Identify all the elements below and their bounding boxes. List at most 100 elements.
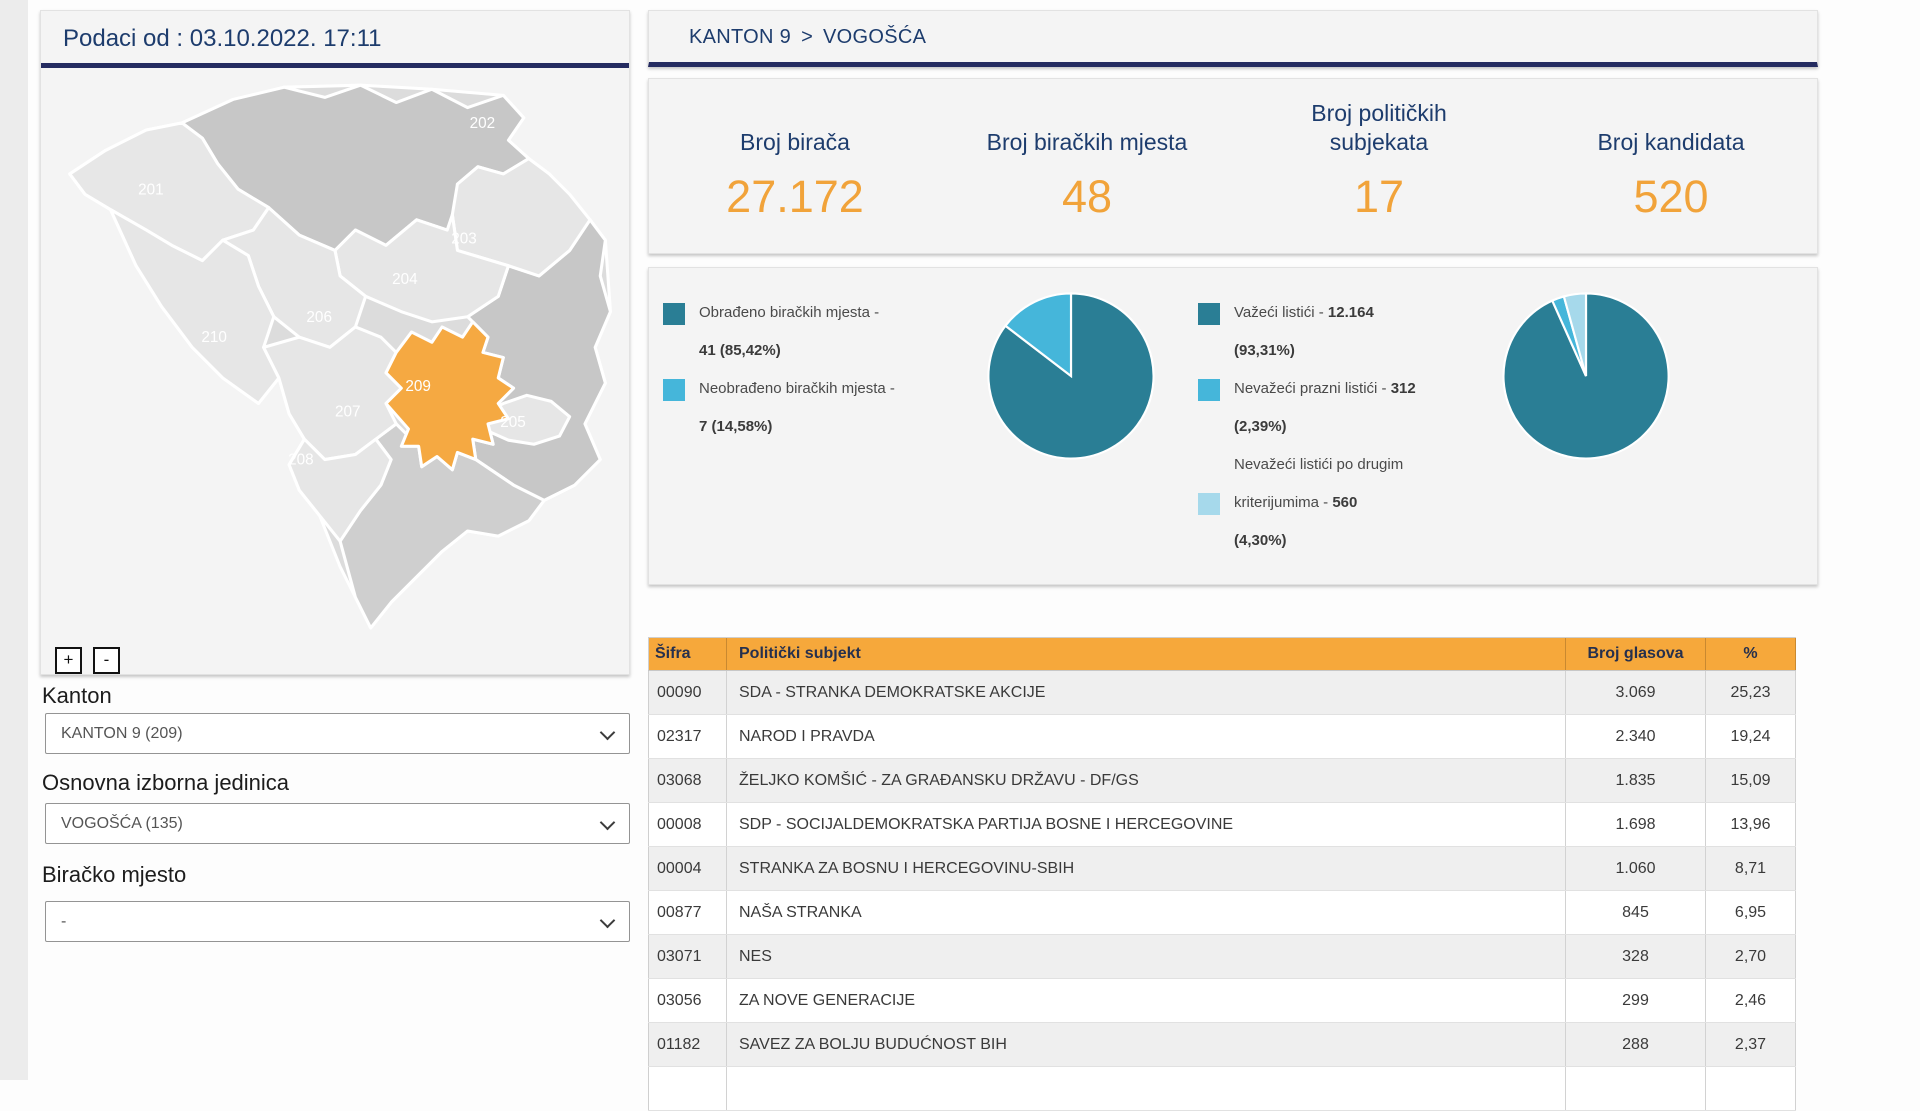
cell-votes: 1.060 <box>1566 847 1706 891</box>
table-row: 01182SAVEZ ZA BOLJU BUDUĆNOST BIH2882,37 <box>649 1023 1796 1067</box>
legend-pct: (93,31%) <box>1234 342 1295 359</box>
cell-votes: 299 <box>1566 979 1706 1023</box>
cell-name: SAVEZ ZA BOLJU BUDUĆNOST BIH <box>727 1023 1566 1067</box>
cell-sifra: 00004 <box>649 847 727 891</box>
cell-name: ZA NOVE GENERACIJE <box>727 979 1566 1023</box>
legend-swatch-blue-icon <box>1198 379 1220 401</box>
legend-swatch-teal-icon <box>1198 303 1220 325</box>
kanton-label: Kanton <box>42 683 112 709</box>
cell-sifra: 00090 <box>649 671 727 715</box>
cell-votes: 845 <box>1566 891 1706 935</box>
legend-label: Nevažeći prazni listići - <box>1234 380 1391 397</box>
breadcrumb-kanton-link[interactable]: KANTON 9 <box>689 26 791 49</box>
cell-pct: 6,95 <box>1706 891 1796 935</box>
legend-item-invalid-blank: Nevažeći prazni listići - 312 (2,39%) <box>1198 370 1483 446</box>
cell-name: STRANKA ZA BOSNU I HERCEGOVINU-SBIH <box>727 847 1566 891</box>
legend-pct: (2,39%) <box>1234 418 1287 435</box>
stat-birackih-mjesta: Broj biračkih mjesta 48 <box>941 79 1233 253</box>
stat-label: Broj političkih subjekata <box>1259 99 1499 157</box>
table-row: 02317NAROD I PRAVDA2.34019,24 <box>649 715 1796 759</box>
legend-label: Nevažeći listići po drugim <box>1234 446 1403 484</box>
table-row: 03068ŽELJKO KOMŠIĆ - ZA GRAĐANSKU DRŽAVU… <box>649 759 1796 803</box>
map-zoom-out-button[interactable]: - <box>93 647 120 674</box>
chevron-down-icon <box>600 913 616 929</box>
cell-sifra: 03068 <box>649 759 727 803</box>
pie-charts-panel: Obrađeno biračkih mjesta - 41 (85,42%) N… <box>648 267 1818 585</box>
kanton-select[interactable]: KANTON 9 (209) <box>45 713 630 754</box>
legend-label: Neobrađeno biračkih mjesta - <box>699 370 895 408</box>
cell-pct <box>1706 1067 1796 1111</box>
map-label-204: 204 <box>392 271 418 288</box>
legend-label: Važeći listići - <box>1234 304 1328 321</box>
map-label-210: 210 <box>201 329 227 346</box>
chevron-down-icon <box>600 815 616 831</box>
legend-swatch-pale-blue-icon <box>1198 493 1220 515</box>
bih-map: 201 202 203 204 205 206 207 208 209 210 <box>47 77 623 633</box>
cell-sifra: 00008 <box>649 803 727 847</box>
map-label-207: 207 <box>335 404 361 421</box>
stat-value: 520 <box>1525 171 1817 223</box>
table-row <box>649 1067 1796 1111</box>
cell-votes: 1.698 <box>1566 803 1706 847</box>
cell-pct: 2,37 <box>1706 1023 1796 1067</box>
stat-value: 17 <box>1233 171 1525 223</box>
polling-stations-legend: Obrađeno biračkih mjesta - 41 (85,42%) N… <box>663 294 968 446</box>
legend-value: 12.164 <box>1328 304 1374 321</box>
summary-stats: Broj birača 27.172 Broj biračkih mjesta … <box>648 78 1818 254</box>
cell-pct: 13,96 <box>1706 803 1796 847</box>
results-tbody: 00090SDA - STRANKA DEMOKRATSKE AKCIJE3.0… <box>649 671 1796 1111</box>
cell-pct: 15,09 <box>1706 759 1796 803</box>
cell-name: NAROD I PRAVDA <box>727 715 1566 759</box>
map-label-208: 208 <box>288 452 314 469</box>
legend-label-2: kriterijumima - <box>1234 494 1332 511</box>
cell-name: SDA - STRANKA DEMOKRATSKE AKCIJE <box>727 671 1566 715</box>
legend-value: 41 (85,42%) <box>699 342 781 359</box>
cell-name: ŽELJKO KOMŠIĆ - ZA GRAĐANSKU DRŽAVU - DF… <box>727 759 1566 803</box>
izborna-jedinica-select[interactable]: VOGOŠĆA (135) <box>45 803 630 844</box>
stat-value: 48 <box>941 171 1233 223</box>
cell-sifra: 00877 <box>649 891 727 935</box>
cell-sifra: 03071 <box>649 935 727 979</box>
header-sifra: Šifra <box>649 638 727 671</box>
cell-pct: 19,24 <box>1706 715 1796 759</box>
cell-name: SDP - SOCIJALDEMOKRATSKA PARTIJA BOSNE I… <box>727 803 1566 847</box>
results-table: Šifra Politički subjekt Broj glasova % 0… <box>648 637 1796 1111</box>
cell-name <box>727 1067 1566 1111</box>
breadcrumb-municipality[interactable]: VOGOŠĆA <box>823 26 926 49</box>
stat-label: Broj biračkih mjesta <box>987 128 1188 157</box>
cell-votes: 2.340 <box>1566 715 1706 759</box>
header-politicki-subjekt: Politički subjekt <box>727 638 1566 671</box>
header-broj-glasova: Broj glasova <box>1566 638 1706 671</box>
stat-kandidata: Broj kandidata 520 <box>1525 79 1817 253</box>
biracko-mjesto-select[interactable]: - <box>45 901 630 942</box>
map-label-203: 203 <box>451 230 477 247</box>
cell-pct: 8,71 <box>1706 847 1796 891</box>
breadcrumb-separator: > <box>801 26 813 49</box>
ballots-legend: Važeći listići - 12.164 (93,31%) Nevažeć… <box>1198 294 1483 560</box>
map-label-209: 209 <box>405 378 431 395</box>
biracko-mjesto-label: Biračko mjesto <box>42 862 186 888</box>
data-timestamp: Podaci od : 03.10.2022. 17:11 <box>41 11 629 68</box>
bih-map-svg: 201 202 203 204 205 206 207 208 209 210 <box>47 77 623 633</box>
legend-item-unprocessed: Neobrađeno biračkih mjesta - 7 (14,58%) <box>663 370 968 446</box>
stat-politickih-subjekata: Broj političkih subjekata 17 <box>1233 79 1525 253</box>
header-percent: % <box>1706 638 1796 671</box>
map-label-201: 201 <box>138 181 164 198</box>
cell-pct: 2,46 <box>1706 979 1796 1023</box>
cell-votes: 328 <box>1566 935 1706 979</box>
table-row: 00008SDP - SOCIJALDEMOKRATSKA PARTIJA BO… <box>649 803 1796 847</box>
table-row: 00877NAŠA STRANKA8456,95 <box>649 891 1796 935</box>
biracko-mjesto-select-value: - <box>61 913 66 930</box>
kanton-select-value: KANTON 9 (209) <box>61 725 183 742</box>
legend-value: 312 <box>1391 380 1416 397</box>
stat-broj-biraca: Broj birača 27.172 <box>649 79 941 253</box>
cell-pct: 25,23 <box>1706 671 1796 715</box>
map-zoom-in-button[interactable]: + <box>55 647 82 674</box>
breadcrumb: KANTON 9 > VOGOŠĆA <box>649 11 1817 63</box>
cell-name: NAŠA STRANKA <box>727 891 1566 935</box>
cell-sifra: 02317 <box>649 715 727 759</box>
stat-value: 27.172 <box>649 171 941 223</box>
polling-stations-pie-chart <box>985 290 1157 462</box>
cell-votes <box>1566 1067 1706 1111</box>
cell-votes: 3.069 <box>1566 671 1706 715</box>
